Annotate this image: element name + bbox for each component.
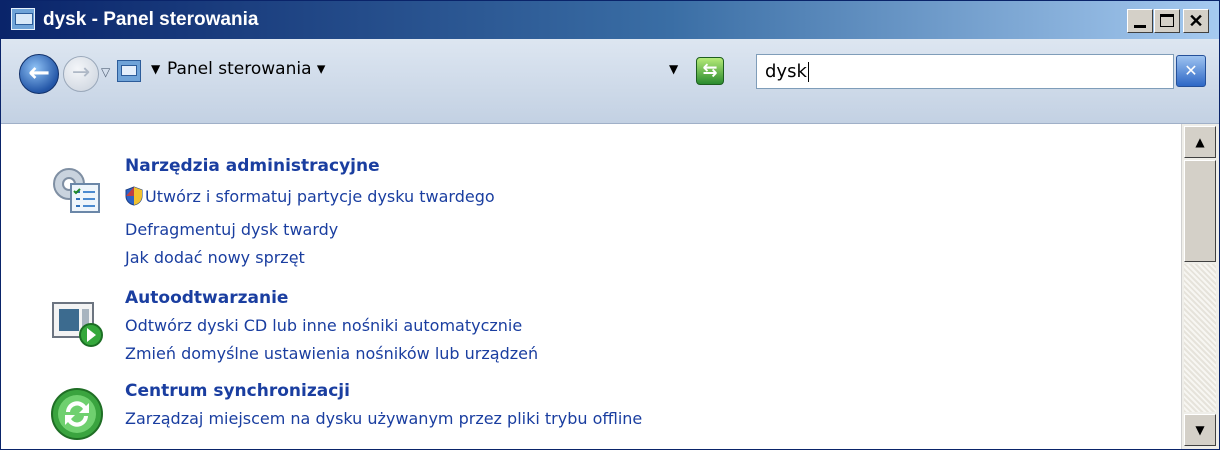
result-task[interactable]: Jak dodać nowy sprzęt [125,248,305,267]
refresh-icon: ⇆ [702,60,718,81]
autoplay-icon [52,302,103,347]
sync-center-icon [51,388,103,440]
result-task[interactable]: Zmień domyślne ustawienia nośników lub u… [125,344,538,363]
close-icon: ✕ [1188,11,1204,31]
forward-button[interactable]: → [63,56,99,92]
scroll-up-button[interactable]: ▲ [1184,126,1216,158]
title-bar[interactable]: dysk - Panel sterowania ✕ [1,1,1219,39]
search-input[interactable]: dysk [756,54,1174,89]
scrollbar-thumb[interactable] [1184,160,1216,262]
result-task[interactable]: Zarządzaj miejscem na dysku używanym prz… [125,409,642,428]
control-panel-icon [117,60,141,82]
minimize-icon [1134,25,1146,28]
control-panel-window: dysk - Panel sterowania ✕ ← → ▽ ▼ Panel … [0,0,1220,450]
vertical-scrollbar[interactable]: ▲ ▼ [1181,124,1219,449]
admin-tools-icon [53,168,100,213]
maximize-icon [1160,14,1174,27]
back-arrow-icon: ← [28,58,50,88]
refresh-button[interactable]: ⇆ [696,57,724,85]
scroll-down-button[interactable]: ▼ [1184,414,1216,446]
forward-arrow-icon: → [71,60,91,85]
result-title[interactable]: Centrum synchronizacji [125,381,350,401]
window-title: dysk - Panel sterowania [43,9,259,30]
back-button[interactable]: ← [19,54,59,94]
breadcrumb-separator-icon[interactable]: ▼ [151,62,160,76]
text-caret [807,62,809,82]
address-dropdown-icon[interactable]: ▼ [669,62,678,76]
scroll-up-icon: ▲ [1195,135,1205,149]
recent-pages-dropdown[interactable]: ▽ [101,65,110,79]
result-title[interactable]: Narzędzia administracyjne [125,156,380,176]
result-title[interactable]: Autoodtwarzanie [125,288,288,308]
close-button[interactable]: ✕ [1183,9,1209,33]
breadcrumb-dropdown-icon[interactable]: ▾ [317,59,326,79]
scrollbar-track[interactable] [1184,264,1216,412]
result-task[interactable]: Defragmentuj dysk twardy [125,220,338,239]
result-task[interactable]: Odtwórz dyski CD lub inne nośniki automa… [125,316,522,335]
breadcrumb-item-control-panel[interactable]: Panel sterowania [167,59,312,79]
result-task-label[interactable]: Utwórz i sformatuj partycje dysku twarde… [145,187,495,206]
breadcrumb[interactable]: Panel sterowania ▾ [167,59,325,79]
uac-shield-icon [125,186,143,206]
search-results: Narzędzia administracyjne Utwórz i sform… [1,124,1181,449]
control-panel-icon [11,8,35,30]
navigation-bar: ← → ▽ ▼ Panel sterowania ▾ ▼ ⇆ dysk ✕ [1,39,1219,124]
maximize-button[interactable] [1154,9,1180,33]
clear-search-button[interactable]: ✕ [1176,55,1206,87]
minimize-button[interactable] [1127,9,1153,33]
result-task-shield[interactable]: Utwórz i sformatuj partycje dysku twarde… [125,186,495,206]
scroll-down-icon: ▼ [1195,423,1205,437]
clear-search-icon: ✕ [1184,61,1198,80]
search-value: dysk [765,61,807,82]
